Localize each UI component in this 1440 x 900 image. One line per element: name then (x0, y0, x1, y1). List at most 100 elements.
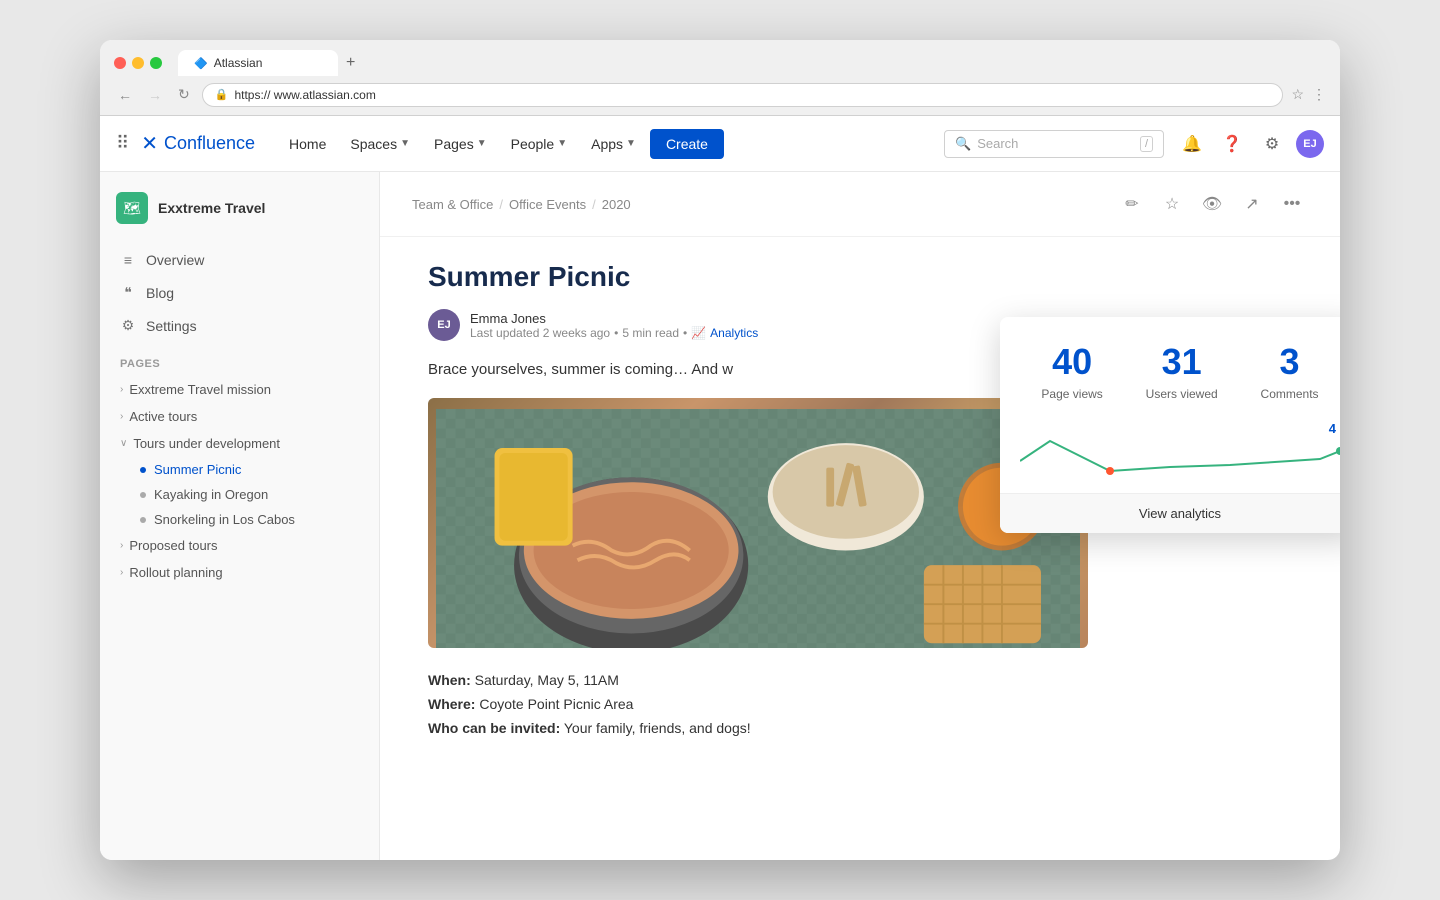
author-avatar: EJ (428, 309, 460, 341)
page-area: Team & Office / Office Events / 2020 ✏ ☆… (380, 172, 1340, 860)
spaces-chevron-icon: ▼ (400, 138, 410, 149)
more-actions-button[interactable]: ••• (1276, 188, 1308, 220)
stat-users-viewed: 31 Users viewed (1146, 341, 1218, 401)
close-button[interactable] (114, 57, 126, 69)
last-updated: Last updated 2 weeks ago (470, 326, 610, 340)
settings-button[interactable]: ⚙ (1256, 128, 1288, 160)
chevron-right-icon: › (120, 384, 123, 395)
lock-icon: 🔒 (215, 88, 229, 101)
confluence-logo[interactable]: ✕ Confluence (141, 131, 255, 156)
settings-label: Settings (146, 318, 197, 334)
chevron-right-icon: › (120, 540, 123, 551)
child-label-kayaking: Kayaking in Oregon (154, 487, 268, 502)
detail-who: Who can be invited: Your family, friends… (428, 720, 1232, 736)
nav-home[interactable]: Home (279, 130, 336, 158)
minimize-button[interactable] (132, 57, 144, 69)
page-content: Summer Picnic EJ Emma Jones Last updated… (380, 237, 1280, 776)
analytics-link-label: Analytics (710, 326, 758, 340)
blog-icon: ❝ (120, 284, 136, 301)
page-label-rollout: Rollout planning (129, 565, 222, 580)
breadcrumb-item-3[interactable]: 2020 (602, 197, 631, 212)
stat-page-views: 40 Page views (1041, 341, 1102, 401)
main-content: 🗺 Exxtreme Travel ≡ Overview ❝ Blog ⚙ Se… (100, 172, 1340, 860)
confluence-navbar: ⠿ ✕ Confluence Home Spaces ▼ Pages ▼ Peo… (100, 116, 1340, 172)
space-header: 🗺 Exxtreme Travel (100, 192, 379, 244)
view-analytics-button[interactable]: View analytics (1000, 493, 1340, 533)
home-label: Home (289, 136, 326, 152)
users-viewed-number: 31 (1146, 341, 1218, 383)
new-tab-button[interactable]: + (338, 50, 363, 76)
browser-tab[interactable]: 🔷 Atlassian (178, 50, 338, 76)
star-icon[interactable]: ☆ (1291, 86, 1304, 103)
maximize-button[interactable] (150, 57, 162, 69)
page-item-tours-dev[interactable]: ∨ Tours under development (108, 430, 371, 457)
search-bar[interactable]: 🔍 Search / (944, 130, 1164, 158)
notifications-button[interactable]: 🔔 (1176, 128, 1208, 160)
analytics-chart: 4 (1000, 413, 1340, 493)
page-views-number: 40 (1041, 341, 1102, 383)
meta-separator-2: • (683, 326, 687, 340)
settings-icon: ⚙ (120, 317, 136, 334)
overview-icon: ≡ (120, 252, 136, 268)
breadcrumb-separator: / (592, 197, 596, 212)
user-avatar[interactable]: EJ (1296, 130, 1324, 158)
bullet-icon (140, 517, 146, 523)
search-placeholder: Search (977, 136, 1134, 151)
where-label: Where: (428, 696, 475, 712)
child-item-summer-picnic[interactable]: Summer Picnic (128, 457, 371, 482)
star-button[interactable]: ☆ (1156, 188, 1188, 220)
pages-label: Pages (434, 136, 474, 152)
nav-icons: 🔔 ❓ ⚙ EJ (1176, 128, 1324, 160)
nav-people[interactable]: People ▼ (501, 130, 578, 158)
child-item-snorkeling[interactable]: Snorkeling in Los Cabos (128, 507, 371, 532)
nav-pages[interactable]: Pages ▼ (424, 130, 497, 158)
read-time: 5 min read (622, 326, 679, 340)
breadcrumb-item-1[interactable]: Team & Office (412, 197, 493, 212)
tours-dev-children: Summer Picnic Kayaking in Oregon Snorkel… (108, 457, 371, 532)
refresh-button[interactable]: ↻ (174, 82, 194, 107)
page-item-mission[interactable]: › Exxtreme Travel mission (108, 376, 371, 403)
comments-number: 3 (1261, 341, 1319, 383)
detail-where: Where: Coyote Point Picnic Area (428, 696, 1232, 712)
forward-button[interactable]: → (144, 83, 166, 107)
edit-button[interactable]: ✏ (1116, 188, 1148, 220)
where-value: Coyote Point Picnic Area (479, 696, 633, 712)
back-button[interactable]: ← (114, 83, 136, 107)
watch-button[interactable]: 👁 (1196, 188, 1228, 220)
grid-icon[interactable]: ⠿ (116, 133, 129, 154)
content-image (428, 398, 1088, 648)
more-icon[interactable]: ⋮ (1312, 86, 1326, 103)
page-item-active-tours[interactable]: › Active tours (108, 403, 371, 430)
page-actions: ✏ ☆ 👁 ↗ ••• (1116, 188, 1308, 220)
users-viewed-label: Users viewed (1146, 387, 1218, 401)
sidebar-item-blog[interactable]: ❝ Blog (108, 276, 371, 309)
sidebar-item-overview[interactable]: ≡ Overview (108, 244, 371, 276)
bullet-icon (140, 492, 146, 498)
confluence-logo-icon: ✕ (141, 131, 158, 156)
spaces-label: Spaces (350, 136, 397, 152)
author-name: Emma Jones (470, 311, 758, 326)
space-name: Exxtreme Travel (158, 200, 265, 216)
analytics-link[interactable]: 📈 Analytics (691, 326, 758, 340)
child-label-summer-picnic: Summer Picnic (154, 462, 241, 477)
page-label-tours-dev: Tours under development (133, 436, 280, 451)
child-item-kayaking[interactable]: Kayaking in Oregon (128, 482, 371, 507)
page-views-label: Page views (1041, 387, 1102, 401)
sidebar-item-settings[interactable]: ⚙ Settings (108, 309, 371, 342)
page-item-proposed[interactable]: › Proposed tours (108, 532, 371, 559)
share-button[interactable]: ↗ (1236, 188, 1268, 220)
create-button[interactable]: Create (650, 129, 724, 159)
food-photo (428, 398, 1088, 648)
traffic-lights (114, 57, 162, 69)
people-chevron-icon: ▼ (557, 138, 567, 149)
breadcrumb-item-2[interactable]: Office Events (509, 197, 586, 212)
stat-comments: 3 Comments (1261, 341, 1319, 401)
page-item-rollout[interactable]: › Rollout planning (108, 559, 371, 586)
address-bar[interactable]: 🔒 https:// www.atlassian.com (202, 83, 1284, 107)
sidebar: 🗺 Exxtreme Travel ≡ Overview ❝ Blog ⚙ Se… (100, 172, 380, 860)
nav-spaces[interactable]: Spaces ▼ (340, 130, 420, 158)
help-button[interactable]: ❓ (1216, 128, 1248, 160)
url-text: https:// www.atlassian.com (234, 88, 375, 102)
overview-label: Overview (146, 252, 204, 268)
nav-apps[interactable]: Apps ▼ (581, 130, 646, 158)
